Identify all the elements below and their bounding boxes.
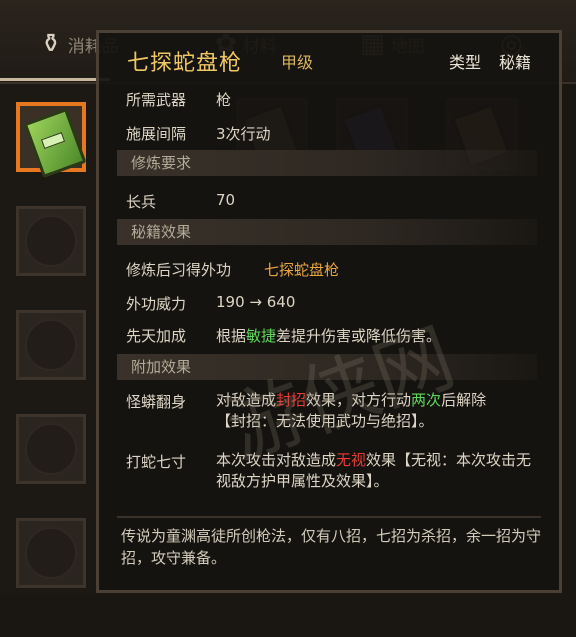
- item-title: 七探蛇盘枪: [127, 51, 243, 76]
- extra-desc-2: 本次攻击对敌造成无视效果【无视：本次攻击无视敌方护甲属性及效果】。: [216, 450, 538, 492]
- item-slot[interactable]: [16, 310, 86, 380]
- type-label: 类型: [449, 53, 482, 72]
- potion-icon: ⚱: [40, 29, 62, 59]
- manual-book-icon: [23, 107, 87, 179]
- innate-post: 差提升伤害或降低伤害。: [276, 327, 442, 345]
- requirement-value: 70: [216, 191, 236, 209]
- divider: [117, 516, 541, 518]
- type-value: 秘籍: [499, 53, 532, 72]
- item-slot[interactable]: [16, 518, 86, 588]
- stat-label-weapon: 所需武器: [126, 91, 187, 109]
- section-requirements: 修炼要求: [117, 150, 537, 176]
- item-slot[interactable]: [16, 206, 86, 276]
- item-list: [0, 84, 100, 593]
- extra-label-2: 打蛇七寸: [126, 453, 187, 471]
- innate-label: 先天加成: [126, 327, 187, 345]
- extra-keyword: 封招: [276, 391, 307, 409]
- extra-note: 【封招：无法使用武功与绝招】。: [216, 412, 434, 430]
- active-tab-indicator: [0, 78, 110, 81]
- extra-keyword: 无视: [336, 451, 367, 469]
- item-slot[interactable]: [16, 414, 86, 484]
- item-grade: 甲级: [281, 53, 314, 72]
- extra-count: 两次: [411, 391, 442, 409]
- extra-text: 后解除: [441, 391, 487, 409]
- innate-pre: 根据: [216, 327, 247, 345]
- item-tooltip: 七探蛇盘枪 甲级 类型 秘籍 所需武器 枪 施展间隔 3次行动 修炼要求 长兵 …: [96, 30, 562, 593]
- lore-text: 传说为童渊高徒所创枪法，仅有八招，七招为杀招，余一招为守招，攻守兼备。: [121, 527, 542, 567]
- extra-text: 对敌造成: [216, 391, 277, 409]
- extra-label-1: 怪蟒翻身: [126, 393, 187, 411]
- extra-desc-1: 对敌造成封招效果，对方行动两次后解除 【封招：无法使用武功与绝招】。: [216, 390, 546, 432]
- power-label: 外功威力: [126, 295, 187, 313]
- requirement-label: 长兵: [126, 193, 157, 211]
- innate-attribute: 敏捷: [246, 327, 277, 345]
- section-extra: 附加效果: [117, 354, 537, 380]
- stat-value-weapon: 枪: [216, 91, 232, 109]
- item-slot-selected[interactable]: [16, 102, 87, 179]
- stat-label-interval: 施展间隔: [126, 125, 187, 143]
- extra-text: 本次攻击对敌造成: [216, 451, 337, 469]
- learn-label: 修炼后习得外功: [126, 261, 232, 279]
- learn-value: 七探蛇盘枪: [264, 261, 340, 279]
- section-effects: 秘籍效果: [117, 219, 537, 245]
- extra-text: 效果，对方行动: [306, 391, 412, 409]
- stat-value-interval: 3次行动: [216, 125, 271, 143]
- power-value: 190 → 640: [216, 293, 296, 311]
- innate-text: 根据敏捷差提升伤害或降低伤害。: [216, 325, 441, 346]
